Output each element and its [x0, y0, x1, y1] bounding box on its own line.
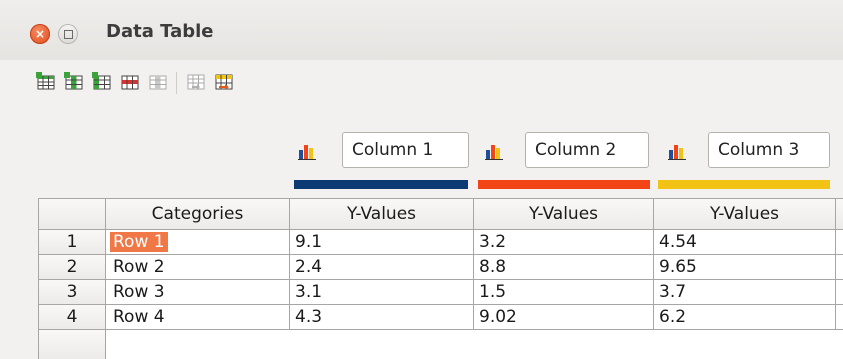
- value-cell[interactable]: 3.7: [654, 280, 836, 304]
- series-name-input[interactable]: Column 2: [525, 132, 649, 168]
- value-cell[interactable]: 1.5: [474, 280, 654, 304]
- category-cell[interactable]: Row 1: [106, 230, 290, 254]
- series-color-bar-3: [658, 180, 830, 189]
- value-cell[interactable]: 3.2: [474, 230, 654, 254]
- maximize-icon: [64, 30, 73, 39]
- value-cell[interactable]: 6.2: [654, 305, 836, 329]
- delete-row-icon[interactable]: [120, 72, 140, 92]
- series-color-bar-1: [294, 180, 468, 189]
- row-number[interactable]: [39, 330, 106, 359]
- table-row: 4 Row 4 4.3 9.02 6.2: [39, 305, 843, 330]
- chart-bar-icon: [298, 145, 316, 160]
- value-cell[interactable]: 4.3: [290, 305, 474, 329]
- column-header-categories[interactable]: Categories: [106, 199, 290, 229]
- column-header-y-values-2[interactable]: Y-Values: [474, 199, 654, 229]
- value-cell[interactable]: 2.4: [290, 255, 474, 279]
- row-number[interactable]: 2: [39, 255, 106, 279]
- title-bar: × Data Table: [0, 0, 843, 60]
- move-series-left-icon[interactable]: [186, 72, 206, 92]
- delete-series-icon[interactable]: [148, 72, 168, 92]
- series-name-input[interactable]: Column 3: [708, 132, 830, 168]
- move-series-right-icon[interactable]: [214, 72, 234, 92]
- value-cell[interactable]: 9.65: [654, 255, 836, 279]
- row-number[interactable]: 1: [39, 230, 106, 254]
- chart-bar-icon: [668, 145, 686, 160]
- toolbar-separator: [176, 72, 177, 94]
- series-color-bar-2: [478, 180, 650, 189]
- value-cell[interactable]: 3.1: [290, 280, 474, 304]
- data-table-grid[interactable]: Categories Y-Values Y-Values Y-Values 1 …: [38, 198, 843, 359]
- insert-row-icon[interactable]: [36, 72, 56, 92]
- series-header-2: Column 2: [478, 132, 650, 170]
- table-row-empty: [39, 330, 843, 359]
- selected-cell-text: Row 1: [110, 232, 168, 252]
- series-header-3: Column 3: [658, 132, 830, 170]
- category-cell[interactable]: Row 4: [106, 305, 290, 329]
- value-cell[interactable]: 9.02: [474, 305, 654, 329]
- chart-bar-icon: [485, 145, 503, 160]
- table-row: 3 Row 3 3.1 1.5 3.7: [39, 280, 843, 305]
- category-cell[interactable]: Row 3: [106, 280, 290, 304]
- window-title: Data Table: [106, 21, 214, 42]
- insert-text-column-icon[interactable]: [92, 72, 112, 92]
- row-number[interactable]: 3: [39, 280, 106, 304]
- category-cell[interactable]: Row 2: [106, 255, 290, 279]
- table-row: 2 Row 2 2.4 8.8 9.65: [39, 255, 843, 280]
- close-button[interactable]: ×: [30, 24, 50, 44]
- series-header-1: Column 1: [294, 132, 469, 170]
- table-row: 1 Row 1 9.1 3.2 4.54: [39, 230, 843, 255]
- row-number[interactable]: 4: [39, 305, 106, 329]
- corner-header: [39, 199, 106, 229]
- series-name-input[interactable]: Column 1: [342, 132, 469, 168]
- value-cell[interactable]: 4.54: [654, 230, 836, 254]
- table-header-row: Categories Y-Values Y-Values Y-Values: [39, 199, 843, 230]
- insert-series-icon[interactable]: [64, 72, 84, 92]
- column-header-y-values-1[interactable]: Y-Values: [290, 199, 474, 229]
- value-cell[interactable]: 8.8: [474, 255, 654, 279]
- maximize-button[interactable]: [58, 24, 78, 44]
- column-header-y-values-3[interactable]: Y-Values: [654, 199, 836, 229]
- value-cell[interactable]: 9.1: [290, 230, 474, 254]
- close-icon: ×: [34, 27, 46, 41]
